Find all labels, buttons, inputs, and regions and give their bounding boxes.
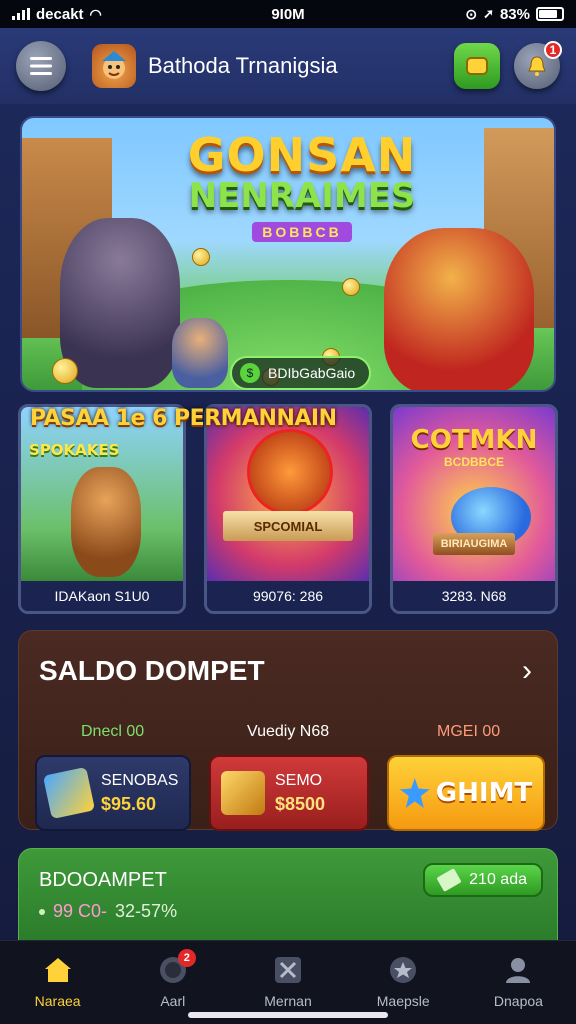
game-mascot <box>247 429 333 515</box>
wallet-summary-value-1: 99 C0- <box>53 901 108 921</box>
star-icon <box>399 778 430 808</box>
wallet-icon <box>466 57 488 75</box>
warrior-character <box>60 218 180 388</box>
action-card-button[interactable]: GHIMT <box>387 755 545 831</box>
nav-item-home[interactable]: Naraea <box>0 941 115 1024</box>
kid-character <box>172 318 228 388</box>
wallet-summary-value-2: 32-57% <box>115 901 178 921</box>
ticket-icon <box>42 766 96 820</box>
status-right: ⊙ ➚ 83% <box>465 6 564 23</box>
game-card[interactable]: SPCOMIAL 99076: 286 <box>204 404 372 614</box>
game-mascot <box>71 467 141 577</box>
hamburger-menu-icon <box>30 57 52 75</box>
nav-item-profile[interactable]: Dnapoa <box>461 941 576 1024</box>
game-card-ribbon: BIRIAUGIMA <box>433 533 515 555</box>
crossed-swords-icon <box>273 955 303 985</box>
header-actions: 1 <box>454 41 562 89</box>
home-indicator[interactable] <box>188 1012 388 1018</box>
star-badge-icon <box>388 955 418 985</box>
game-mascot-logo <box>102 51 126 79</box>
alarm-icon: ⊙ <box>465 5 478 22</box>
home-icon <box>43 955 73 985</box>
balance-card-2[interactable]: SEMO $8500 <box>209 755 369 831</box>
balance-card-text: SENOBAS $95.60 <box>101 772 178 815</box>
balance-card-name: SEMO <box>275 771 323 789</box>
hero-banner[interactable]: GONSAN NENRAIMES BOBBCB $ BDIbGabGaio <box>20 116 556 392</box>
game-card-footer: 99076: 286 <box>207 581 369 611</box>
game-card[interactable]: SPOKAKES IDAKaon S1U0 <box>18 404 186 614</box>
signal-icon <box>12 8 30 20</box>
balance-card-amount: $8500 <box>275 793 326 814</box>
nav-label: Dnapoa <box>493 993 543 1009</box>
menu-button[interactable] <box>16 41 66 91</box>
battery-percent: 83% <box>499 5 530 23</box>
status-left: decakt ◠ <box>12 6 102 23</box>
app-logo <box>92 44 136 88</box>
profile-icon <box>503 955 533 985</box>
app-header: Bathoda Trnanigsia 1 <box>0 28 576 104</box>
wallet-label-1: Dnecl 00 <box>81 723 145 740</box>
hero-cta-button[interactable]: $ BDIbGabGaio <box>230 356 372 390</box>
battery-icon <box>536 7 564 21</box>
game-card[interactable]: COTMKN BCDBBCE BIRIAUGIMA 3283. N68 <box>390 404 558 614</box>
wallet-summary-pill-value: 210 ada <box>469 871 527 888</box>
ticket-icon <box>436 868 462 892</box>
wifi-icon: ◠ <box>89 5 102 22</box>
chat-icon: 2 <box>158 949 196 985</box>
app-title: Bathoda Trnanigsia <box>148 53 338 78</box>
balance-card-text: SEMO $8500 <box>275 772 325 815</box>
coin-icon <box>52 358 78 384</box>
chevron-right-icon: › <box>522 654 532 687</box>
game-card-title: COTMKN <box>410 425 538 455</box>
hero-tag: BOBBCB <box>252 222 352 242</box>
wallet-button[interactable] <box>454 43 500 89</box>
action-card-label: GHIMT <box>435 778 533 808</box>
wallet-balance-title: SALDO DOMPET <box>39 655 265 686</box>
wallet-summary-pill[interactable]: 210 ada <box>423 863 543 897</box>
hero-title: GONSAN <box>187 128 417 182</box>
lion-king-character <box>384 228 534 390</box>
bell-icon <box>528 56 546 76</box>
wallet-label-3: MGEI 00 <box>437 723 501 740</box>
wallet-balance-panel: SALDO DOMPET › Dnecl 00 Vuediy N68 MGEI … <box>18 630 558 831</box>
wallet-summary-panel: BDOOAMPET 210 ada 99 C0- 32-57% <box>18 848 558 948</box>
carrier-name: decakt <box>36 5 84 23</box>
nav-label: Aarl <box>160 993 186 1009</box>
nav-badge: 2 <box>177 949 196 967</box>
hero-cta-label: BDIbGabGaio <box>268 365 356 381</box>
notifications-button[interactable]: 1 <box>514 41 562 89</box>
wallet-label-2: Vuediy N68 <box>247 723 330 740</box>
dollar-icon: $ <box>240 363 260 383</box>
game-card-footer: IDAKaon S1U0 <box>21 581 183 611</box>
game-card-footer: 3283. N68 <box>393 581 555 611</box>
game-card-title: SPOKAKES <box>29 441 120 459</box>
balance-card-name: SENOBAS <box>101 771 179 789</box>
bullet-icon <box>39 908 45 915</box>
nav-label: Naraea <box>34 993 81 1009</box>
wallet-details-button[interactable]: › <box>511 653 543 689</box>
games-section-title: PASAA 1e 6 PERMANNAIN <box>30 406 337 431</box>
nav-label: Maepsle <box>376 993 430 1009</box>
game-card-ribbon: SPCOMIAL <box>223 511 353 541</box>
status-bar: decakt ◠ 9I0M ⊙ ➚ 83% <box>0 0 576 28</box>
games-row: SPOKAKES IDAKaon S1U0 SPCOMIAL 99076: 28… <box>18 404 558 614</box>
wallet-summary-row: 99 C0- 32-57% <box>39 901 177 922</box>
location-icon: ➚ <box>483 6 494 21</box>
balance-card-amount: $95.60 <box>101 793 157 814</box>
coin-icon <box>342 278 360 296</box>
coin-icon <box>192 248 210 266</box>
notification-badge: 1 <box>544 41 562 59</box>
hero-title-block: GONSAN NENRAIMES BOBBCB <box>172 128 432 242</box>
nav-label: Mernan <box>264 993 312 1009</box>
treasure-chest-icon <box>221 771 265 815</box>
hero-subtitle: NENRAIMES <box>188 176 416 216</box>
game-card-subtitle: BCDBBCE <box>444 455 504 469</box>
balance-card-1[interactable]: SENOBAS $95.60 <box>35 755 191 831</box>
wallet-summary-title: BDOOAMPET <box>39 869 167 891</box>
